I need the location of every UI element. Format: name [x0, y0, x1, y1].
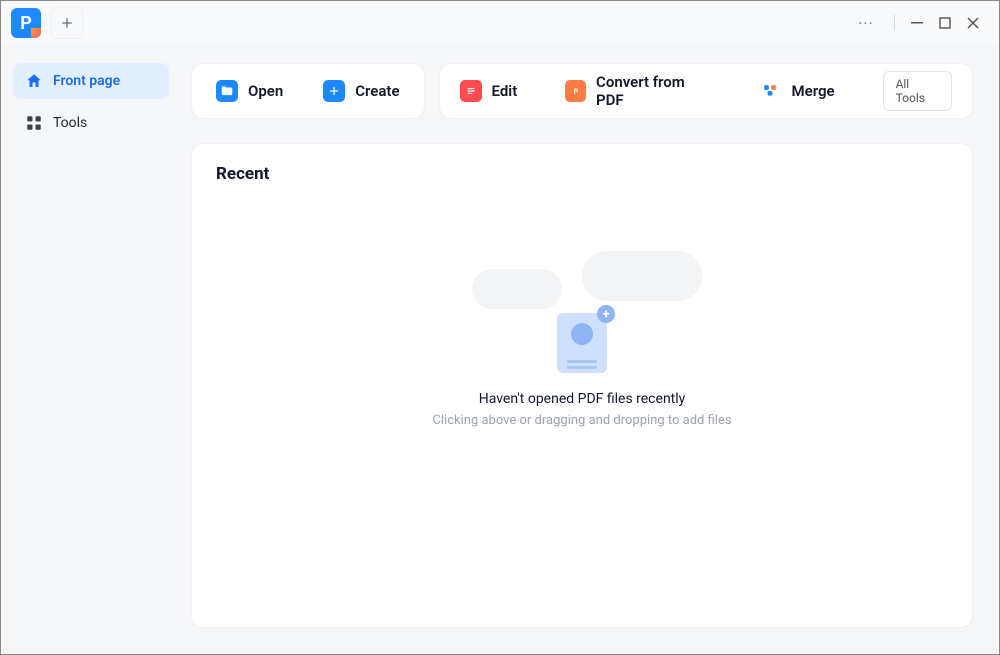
action-label: Merge — [792, 82, 835, 100]
empty-state-title: Haven't opened PDF files recently — [479, 391, 686, 407]
titlebar: P ··· — [1, 1, 999, 45]
close-button[interactable] — [959, 9, 987, 37]
sidebar-item-front-page[interactable]: Front page — [13, 63, 169, 99]
merge-button[interactable]: Merge — [758, 80, 835, 102]
empty-drop-area[interactable]: + Haven't opened PDF files recently Clic… — [216, 184, 948, 607]
primary-actions-card: Open Create — [191, 63, 425, 119]
all-tools-label: All Tools — [896, 77, 925, 105]
close-icon — [967, 17, 979, 29]
open-button[interactable]: Open — [216, 80, 283, 102]
empty-pdf-icon: + — [557, 313, 607, 373]
grid-icon — [25, 114, 43, 132]
secondary-actions-card: Edit P Convert from PDF — [439, 63, 973, 119]
plus-icon — [59, 15, 75, 31]
convert-icon: P — [565, 80, 586, 102]
client-area: Front page Tools Open Create — [1, 45, 999, 654]
convert-button[interactable]: P Convert from PDF — [565, 73, 709, 109]
maximize-icon — [939, 17, 951, 29]
sidebar-item-label: Tools — [53, 115, 87, 131]
minimize-icon — [911, 17, 923, 29]
recent-heading: Recent — [216, 164, 948, 184]
plus-square-icon — [323, 80, 345, 102]
svg-text:P: P — [573, 87, 578, 96]
sidebar-item-label: Front page — [53, 73, 120, 89]
toolbar-row: Open Create Edit P — [191, 63, 973, 119]
action-label: Convert from PDF — [596, 73, 709, 109]
edit-button[interactable]: Edit — [460, 80, 518, 102]
action-label: Edit — [492, 82, 518, 100]
empty-state-subtitle: Clicking above or dragging and dropping … — [432, 413, 731, 428]
more-menu-button[interactable]: ··· — [852, 9, 880, 37]
action-label: Open — [248, 82, 283, 100]
maximize-button[interactable] — [931, 9, 959, 37]
app-logo-icon: P — [11, 8, 41, 38]
merge-icon — [758, 80, 782, 102]
cloud-decoration — [472, 239, 692, 309]
folder-icon — [216, 80, 238, 102]
home-icon — [25, 72, 43, 90]
new-tab-button[interactable] — [51, 7, 83, 39]
main-area: Open Create Edit P — [181, 45, 999, 654]
titlebar-separator — [894, 15, 895, 31]
action-label: Create — [355, 82, 399, 100]
add-plus-icon: + — [597, 305, 615, 323]
create-button[interactable]: Create — [323, 80, 399, 102]
app-logo-letter: P — [20, 13, 32, 34]
all-tools-button[interactable]: All Tools — [883, 71, 952, 111]
edit-doc-icon — [460, 80, 482, 102]
minimize-button[interactable] — [903, 9, 931, 37]
sidebar: Front page Tools — [1, 45, 181, 654]
recent-panel: Recent + Haven't opened PDF files recent… — [191, 143, 973, 628]
sidebar-item-tools[interactable]: Tools — [13, 105, 169, 141]
